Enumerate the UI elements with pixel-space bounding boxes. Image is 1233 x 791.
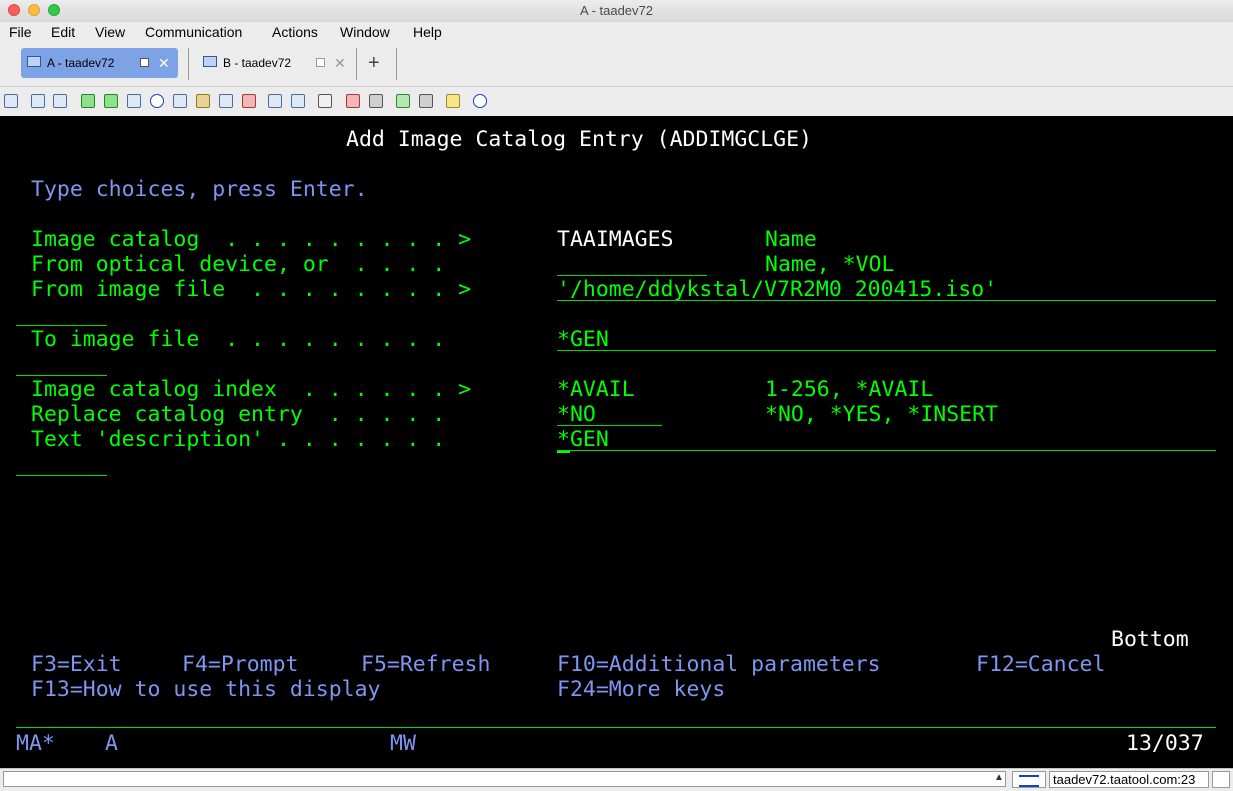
fkey-f5-refresh[interactable]: F5=Refresh (361, 652, 490, 677)
oia-cursor-position: 13/037 (1126, 731, 1204, 756)
play-icon[interactable] (242, 94, 256, 108)
fkey-f13-help[interactable]: F13=How to use this display (31, 677, 381, 702)
input-underline (16, 475, 107, 476)
tab-divider (356, 48, 357, 80)
scroll-up-icon[interactable]: ▲ (994, 772, 1004, 783)
field-label-catalog-index: Image catalog index . . . . . . > (31, 377, 472, 402)
help-icon[interactable] (473, 94, 487, 108)
connection-icon (1012, 771, 1046, 788)
tab-divider (188, 48, 189, 80)
fkey-f3-exit[interactable]: F3=Exit (31, 652, 122, 677)
text-description-input[interactable]: *GEN (557, 427, 609, 452)
fkey-f24-more[interactable]: F24=More keys (557, 677, 725, 702)
toolbar (0, 87, 1233, 115)
field-label-to-image-file: To image file . . . . . . . . . (31, 327, 446, 352)
detach-tab-icon[interactable] (140, 58, 149, 67)
to-image-file-input[interactable]: *GEN (557, 327, 609, 352)
replace-entry-input[interactable]: *NO (557, 402, 596, 427)
hint-optical-device: Name, *VOL (765, 252, 895, 277)
keypad-icon[interactable] (291, 94, 305, 108)
input-underline (557, 425, 662, 426)
close-tab-icon[interactable]: ✕ (334, 48, 346, 78)
field-label-from-image-file: From image file . . . . . . . . > (31, 277, 472, 302)
catalog-index-input[interactable]: *AVAIL (557, 377, 635, 402)
fkey-f12-cancel[interactable]: F12=Cancel (976, 652, 1105, 677)
input-underline (16, 325, 107, 326)
tab-session-b[interactable]: B - taadev72 ✕ (197, 48, 352, 78)
menu-help[interactable]: Help (413, 24, 442, 40)
input-underline (557, 275, 707, 276)
tab-divider (396, 48, 397, 80)
menu-edit[interactable]: Edit (51, 24, 75, 40)
terminal-screen[interactable]: Add Image Catalog Entry (ADDIMGCLGE) Typ… (0, 116, 1233, 768)
detach-tab-icon[interactable] (316, 58, 325, 67)
oia-session: A (105, 731, 118, 756)
receive-file-icon[interactable] (104, 94, 118, 108)
keyboard-icon[interactable] (268, 94, 282, 108)
navigate-icon[interactable] (150, 94, 164, 108)
hint-image-catalog: Name (765, 227, 817, 252)
from-image-file-input[interactable]: '/home/ddykstal/V7R2M0_200415.iso' (557, 277, 997, 302)
status-message-field (3, 771, 1006, 787)
list-icon[interactable] (173, 94, 187, 108)
input-underline (557, 450, 1216, 451)
menu-window[interactable]: Window (340, 24, 390, 40)
hint-replace-entry: *NO, *YES, *INSERT (765, 402, 998, 427)
hint-catalog-index: 1-256, *AVAIL (765, 377, 934, 402)
text-cursor (557, 451, 570, 453)
edit-icon[interactable] (346, 94, 360, 108)
send-file-icon[interactable] (81, 94, 95, 108)
tab-label: B - taadev72 (223, 56, 292, 70)
window-title: A - taadev72 (580, 3, 653, 18)
add-tab-button[interactable]: + (368, 50, 380, 76)
tab-session-a[interactable]: A - taadev72 ✕ (21, 48, 178, 78)
stop-icon[interactable] (396, 94, 410, 108)
screen-title: Add Image Catalog Entry (ADDIMGCLGE) (346, 127, 812, 152)
lock-icon (1212, 771, 1230, 788)
copy-append-icon[interactable] (31, 94, 45, 108)
field-label-optical-device: From optical device, or . . . . (31, 252, 446, 277)
record-icon[interactable] (219, 94, 233, 108)
fkey-f4-prompt[interactable]: F4=Prompt (182, 652, 299, 677)
copy-icon[interactable] (4, 94, 18, 108)
close-tab-icon[interactable]: ✕ (158, 48, 170, 78)
fkey-f10-additional[interactable]: F10=Additional parameters (557, 652, 881, 677)
optical-device-input[interactable] (557, 252, 707, 277)
oia-mode: MW (390, 731, 416, 756)
menu-view[interactable]: View (95, 24, 125, 40)
input-underline (16, 375, 107, 376)
oia-status: MA* (16, 731, 55, 756)
macro-icon[interactable] (196, 94, 210, 108)
field-label-image-catalog: Image catalog . . . . . . . . . > (31, 227, 472, 252)
notes-icon[interactable] (446, 94, 460, 108)
input-underline (557, 300, 1216, 301)
screen-instructions: Type choices, press Enter. (31, 177, 368, 202)
image-catalog-input[interactable]: TAAIMAGES (557, 227, 674, 252)
paste-icon[interactable] (53, 94, 67, 108)
settings-icon[interactable] (369, 94, 383, 108)
tab-label: A - taadev72 (47, 56, 115, 70)
field-label-replace-entry: Replace catalog entry . . . . . (31, 402, 446, 427)
menu-file[interactable]: File (9, 24, 32, 40)
tools-icon[interactable] (318, 94, 332, 108)
monitor-icon (27, 56, 41, 67)
input-underline (557, 350, 1216, 351)
menu-actions[interactable]: Actions (272, 24, 318, 40)
menu-communication[interactable]: Communication (145, 24, 242, 40)
window-titlebar: A - taadev72 (0, 0, 1233, 23)
start-icon[interactable] (419, 94, 433, 108)
field-label-text-description: Text 'description' . . . . . . . (31, 427, 446, 452)
more-indicator: Bottom (1111, 627, 1189, 652)
print-icon[interactable] (127, 94, 141, 108)
menu-bar: File Edit View Communication Actions Win… (0, 22, 1233, 44)
monitor-icon (203, 56, 217, 67)
oia-divider (16, 727, 1216, 728)
session-tabs: A - taadev72 ✕ B - taadev72 ✕ + (0, 44, 1233, 87)
status-bar: ▲ taadev72.taatool.com:23 (0, 768, 1233, 791)
host-address: taadev72.taatool.com:23 (1049, 771, 1209, 788)
